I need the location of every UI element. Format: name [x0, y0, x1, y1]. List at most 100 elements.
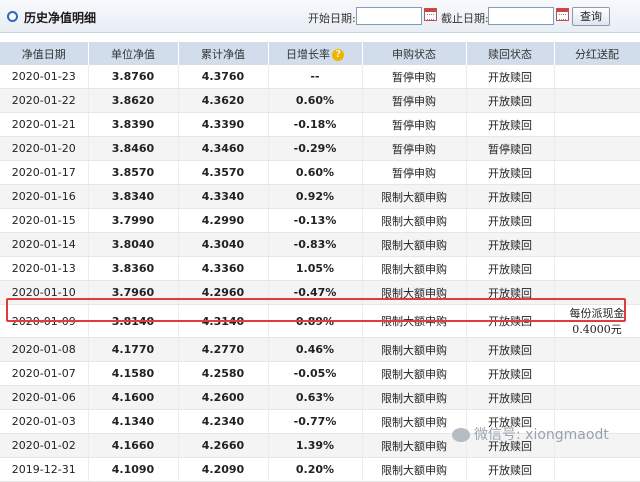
cell-subscribe-status: 限制大额申购 — [362, 457, 467, 482]
cell-accumulated-nav: 4.3620 — [178, 88, 269, 113]
cell-unit-nav: 4.1090 — [88, 457, 179, 482]
cell-subscribe-status: 限制大额申购 — [362, 256, 467, 281]
cell-date: 2020-01-16 — [0, 184, 89, 209]
cell-unit-nav: 3.8390 — [88, 112, 179, 137]
cell-dividend — [554, 208, 640, 233]
start-date-label: 开始日期: — [308, 12, 356, 25]
cell-date: 2020-01-17 — [0, 160, 89, 185]
table-row: 2020-01-14 3.8040 4.3040 -0.83% 限制大额申购 开放赎回 — [0, 232, 640, 257]
cell-accumulated-nav: 4.3460 — [178, 136, 269, 161]
table-row: 2020-01-06 4.1600 4.2600 0.63% 限制大额申购 开放赎回 — [0, 385, 640, 410]
cell-dividend — [554, 256, 640, 281]
cell-daily-growth: -0.77% — [268, 409, 363, 434]
cell-subscribe-status: 限制大额申购 — [362, 304, 467, 338]
cell-dividend — [554, 184, 640, 209]
cell-subscribe-status: 限制大额申购 — [362, 232, 467, 257]
table-row: 2020-01-22 3.8620 4.3620 0.60% 暂停申购 开放赎回 — [0, 88, 640, 113]
cell-subscribe-status: 限制大额申购 — [362, 280, 467, 305]
table-row: 2020-01-10 3.7960 4.2960 -0.47% 限制大额申购 开放赎回 — [0, 280, 640, 305]
cell-accumulated-nav: 4.2600 — [178, 385, 269, 410]
cell-redeem-status: 开放赎回 — [466, 208, 555, 233]
cell-accumulated-nav: 4.3140 — [178, 304, 269, 338]
cell-daily-growth: 0.46% — [268, 337, 363, 362]
question-help-icon[interactable]: ? — [332, 48, 344, 61]
cell-dividend — [554, 280, 640, 305]
column-header-subscribe-status[interactable]: 申购状态 — [362, 42, 467, 65]
cell-daily-growth: -0.83% — [268, 232, 363, 257]
cell-subscribe-status: 限制大额申购 — [362, 208, 467, 233]
cell-accumulated-nav: 4.2090 — [178, 457, 269, 482]
cell-accumulated-nav: 4.3040 — [178, 232, 269, 257]
watermark-text: 微信号: xiongmaodt — [474, 427, 609, 443]
table-row: 2020-01-17 3.8570 4.3570 0.60% 暂停申购 开放赎回 — [0, 160, 640, 185]
table-header-row: 净值日期 单位净值 累计净值 日增长率? 申购状态 赎回状态 分红送配 — [0, 42, 640, 65]
cell-date: 2020-01-02 — [0, 433, 89, 458]
cell-date: 2020-01-06 — [0, 385, 89, 410]
cell-dividend — [554, 385, 640, 410]
cell-daily-growth: 0.60% — [268, 160, 363, 185]
cell-redeem-status: 开放赎回 — [466, 361, 555, 386]
cell-redeem-status: 开放赎回 — [466, 385, 555, 410]
cell-dividend — [554, 88, 640, 113]
cell-daily-growth: -0.29% — [268, 136, 363, 161]
cell-unit-nav: 3.8340 — [88, 184, 179, 209]
cell-dividend — [554, 361, 640, 386]
cell-accumulated-nav: 4.2960 — [178, 280, 269, 305]
cell-subscribe-status: 限制大额申购 — [362, 409, 467, 434]
cell-redeem-status: 开放赎回 — [466, 256, 555, 281]
cell-date: 2020-01-15 — [0, 208, 89, 233]
cell-unit-nav: 4.1340 — [88, 409, 179, 434]
cell-date: 2020-01-09 — [0, 304, 89, 338]
cell-daily-growth: -0.05% — [268, 361, 363, 386]
cell-unit-nav: 4.1770 — [88, 337, 179, 362]
cell-daily-growth: -- — [268, 65, 363, 89]
cell-redeem-status: 暂停赎回 — [466, 136, 555, 161]
cell-accumulated-nav: 4.3570 — [178, 160, 269, 185]
cell-subscribe-status: 暂停申购 — [362, 160, 467, 185]
cell-unit-nav: 3.8460 — [88, 136, 179, 161]
cell-date: 2020-01-10 — [0, 280, 89, 305]
cell-dividend — [554, 457, 640, 482]
column-header-dividend[interactable]: 分红送配 — [554, 42, 640, 65]
column-header-nav[interactable]: 单位净值 — [88, 42, 179, 65]
cell-accumulated-nav: 4.3340 — [178, 184, 269, 209]
calendar-icon[interactable] — [556, 8, 569, 21]
query-button[interactable]: 查询 — [572, 7, 610, 26]
cell-date: 2020-01-20 — [0, 136, 89, 161]
cell-date: 2020-01-21 — [0, 112, 89, 137]
cell-daily-growth: -0.13% — [268, 208, 363, 233]
table-row: 2019-12-31 4.1090 4.2090 0.20% 限制大额申购 开放赎回 — [0, 457, 640, 482]
cell-unit-nav: 4.1580 — [88, 361, 179, 386]
page-title: 历史净值明细 — [24, 11, 97, 25]
column-header-redeem-status[interactable]: 赎回状态 — [466, 42, 555, 65]
cell-redeem-status: 开放赎回 — [466, 112, 555, 137]
cell-date: 2020-01-08 — [0, 337, 89, 362]
column-header-daily-growth[interactable]: 日增长率? — [268, 42, 363, 65]
cell-daily-growth: -0.47% — [268, 280, 363, 305]
start-date-input[interactable] — [356, 7, 422, 25]
table-row: 2020-01-09 3.8140 4.3140 0.89% 限制大额申购 开放赎回 每份派… — [0, 304, 640, 338]
circle-bullet-icon — [7, 11, 18, 22]
column-header-acc-nav[interactable]: 累计净值 — [178, 42, 269, 65]
cell-subscribe-status: 限制大额申购 — [362, 337, 467, 362]
page-header: 历史净值明细 开始日期: 截止日期: 查询 — [0, 0, 640, 33]
end-date-input[interactable] — [488, 7, 554, 25]
calendar-icon[interactable] — [424, 8, 437, 21]
cell-unit-nav: 3.8620 — [88, 88, 179, 113]
cell-subscribe-status: 限制大额申购 — [362, 385, 467, 410]
cell-accumulated-nav: 4.3760 — [178, 65, 269, 89]
table-row: 2020-01-21 3.8390 4.3390 -0.18% 暂停申购 开放赎回 — [0, 112, 640, 137]
watermark: 微信号: xiongmaodt — [452, 424, 609, 444]
cell-unit-nav: 3.8570 — [88, 160, 179, 185]
cell-dividend — [554, 112, 640, 137]
cell-daily-growth: 0.60% — [268, 88, 363, 113]
cell-unit-nav: 3.8040 — [88, 232, 179, 257]
cell-accumulated-nav: 4.2770 — [178, 337, 269, 362]
cell-daily-growth: 1.05% — [268, 256, 363, 281]
cell-subscribe-status: 限制大额申购 — [362, 184, 467, 209]
column-header-date[interactable]: 净值日期 — [0, 42, 89, 65]
cell-dividend — [554, 136, 640, 161]
cell-dividend — [554, 232, 640, 257]
cell-subscribe-status: 暂停申购 — [362, 88, 467, 113]
cell-accumulated-nav: 4.2340 — [178, 409, 269, 434]
